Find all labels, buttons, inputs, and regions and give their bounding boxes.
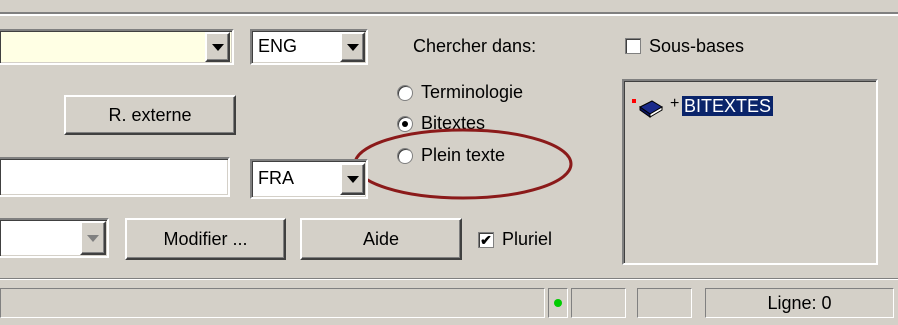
annotation-ellipse <box>353 128 573 200</box>
chevron-down-icon <box>346 175 359 183</box>
modify-button[interactable]: Modifier ... <box>125 218 286 260</box>
target-language-value: FRA <box>258 168 294 188</box>
chevron-down-icon <box>346 43 359 51</box>
tree-item-bitextes[interactable]: BITEXTES <box>682 96 774 116</box>
status-green-indicator-icon <box>554 299 562 307</box>
source-language-value: ENG <box>258 36 298 56</box>
checkmark-icon: ✔ <box>480 232 492 248</box>
status-bar: Ligne: 0 <box>0 283 898 325</box>
subbases-tree-panel[interactable]: + BITEXTES <box>622 79 878 265</box>
radio-circle <box>397 85 413 101</box>
status-cell-2 <box>571 288 626 318</box>
status-separator <box>0 278 898 280</box>
radio-terminologie[interactable]: Terminologie <box>397 82 577 106</box>
chevron-down-icon <box>211 43 224 51</box>
help-button-label: Aide <box>362 228 400 249</box>
external-reference-button[interactable]: R. externe <box>64 95 236 135</box>
term-input-combo[interactable] <box>0 29 234 65</box>
term-dropdown-button[interactable] <box>205 32 230 62</box>
book-icon <box>639 100 663 118</box>
status-indicator-cell <box>548 288 568 318</box>
window-top-border <box>0 0 898 16</box>
source-language-dropdown-button[interactable] <box>340 32 365 62</box>
subbases-label: Sous-bases <box>649 36 745 56</box>
tree-expander[interactable]: + <box>670 95 679 113</box>
status-cell-3 <box>637 288 692 318</box>
status-main-cell <box>0 288 545 318</box>
radio-terminologie-label: Terminologie <box>421 82 524 102</box>
subbases-checkbox[interactable] <box>625 38 641 54</box>
help-button[interactable]: Aide <box>300 218 462 260</box>
target-language-dropdown-button[interactable] <box>340 163 365 195</box>
red-marker-icon <box>632 99 636 103</box>
chevron-down-icon <box>87 234 99 242</box>
external-reference-label: R. externe <box>108 104 192 125</box>
plural-label: Pluriel <box>502 229 553 249</box>
status-line-cell: Ligne: 0 <box>705 288 894 318</box>
disabled-dropdown-button <box>80 221 106 255</box>
search-in-label: Chercher dans: <box>413 36 537 56</box>
status-line-text: Ligne: 0 <box>767 292 832 313</box>
text-input[interactable] <box>0 157 230 197</box>
plural-checkbox[interactable]: ✔ <box>478 232 494 248</box>
modify-button-label: Modifier ... <box>163 228 248 249</box>
